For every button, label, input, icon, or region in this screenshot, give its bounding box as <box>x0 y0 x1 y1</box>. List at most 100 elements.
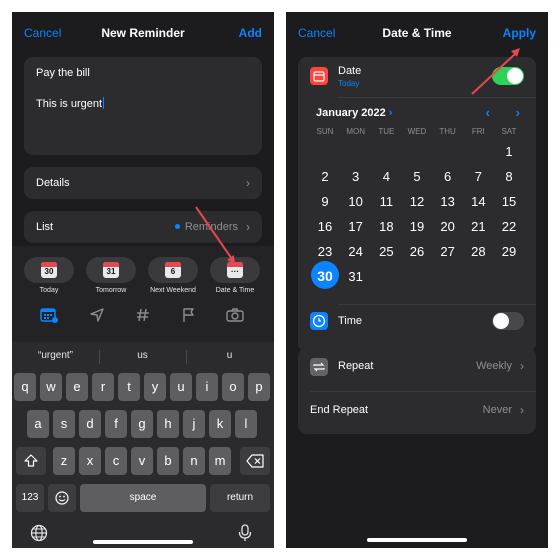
calendar-day[interactable]: 24 <box>341 239 371 264</box>
key-w[interactable]: w <box>40 373 62 401</box>
today-chip[interactable]: 30 <box>24 257 74 283</box>
key-u[interactable]: u <box>170 373 192 401</box>
annotation-arrow <box>471 48 520 95</box>
flag-icon[interactable] <box>179 306 199 324</box>
calendar-day[interactable]: 20 <box>433 214 463 239</box>
nav-bar: Cancel New Reminder Add <box>12 12 274 56</box>
notes-field[interactable]: This is urgent <box>36 97 105 110</box>
key-q[interactable]: q <box>14 373 36 401</box>
key-r[interactable]: r <box>92 373 114 401</box>
location-icon[interactable] <box>87 306 107 324</box>
cancel-button[interactable]: Cancel <box>298 26 335 40</box>
numbers-key[interactable]: 123 <box>16 484 44 512</box>
calendar-day[interactable]: 7 <box>463 164 493 189</box>
calendar-day[interactable]: 16 <box>310 214 340 239</box>
suggestion-item[interactable]: us <box>99 350 186 361</box>
microphone-icon[interactable] <box>238 524 252 547</box>
next-weekend-chip-label: Next Weekend <box>150 287 196 294</box>
key-n[interactable]: n <box>183 447 205 475</box>
emoji-key[interactable] <box>48 484 76 512</box>
suggestion-item[interactable]: “urgent” <box>12 350 99 361</box>
calendar-day[interactable]: 1 <box>494 139 524 164</box>
calendar-day[interactable]: 18 <box>371 214 401 239</box>
suggestion-item[interactable]: u <box>186 350 273 361</box>
apply-button[interactable]: Apply <box>503 26 536 40</box>
title-field[interactable]: Pay the bill <box>36 67 90 79</box>
calendar-day[interactable]: 28 <box>463 239 493 264</box>
calendar-icon: 31 <box>103 262 119 278</box>
end-repeat-value[interactable]: Never <box>483 404 512 416</box>
add-button[interactable]: Add <box>239 26 262 40</box>
key-p[interactable]: p <box>248 373 270 401</box>
key-y[interactable]: y <box>144 373 166 401</box>
key-i[interactable]: i <box>196 373 218 401</box>
return-key[interactable]: return <box>210 484 270 512</box>
key-b[interactable]: b <box>157 447 179 475</box>
camera-icon[interactable] <box>225 306 245 324</box>
calendar-day[interactable]: 25 <box>371 239 401 264</box>
calendar-day[interactable]: 14 <box>463 189 493 214</box>
chevron-right-icon: › <box>388 107 393 119</box>
repeat-value[interactable]: Weekly <box>476 360 512 372</box>
weekday-label: THU <box>439 127 456 136</box>
details-row[interactable]: Details › <box>24 167 262 199</box>
list-color-dot <box>174 224 180 229</box>
calendar-day[interactable]: 5 <box>402 164 432 189</box>
calendar-day[interactable]: 17 <box>341 214 371 239</box>
time-toggle[interactable] <box>492 312 524 330</box>
calendar-day[interactable]: 22 <box>494 214 524 239</box>
divider <box>310 391 536 392</box>
space-key[interactable]: space <box>80 484 206 512</box>
calendar-day[interactable]: 27 <box>433 239 463 264</box>
key-l[interactable]: l <box>235 410 257 438</box>
globe-icon[interactable] <box>30 524 48 547</box>
calendar-day[interactable]: 3 <box>341 164 371 189</box>
shift-icon[interactable] <box>16 447 46 475</box>
key-j[interactable]: j <box>183 410 205 438</box>
date-card: Date Today January 2022 › ‹ › SUN MON TUE WE… <box>298 57 536 352</box>
key-s[interactable]: s <box>53 410 75 438</box>
tomorrow-chip[interactable]: 31 <box>86 257 136 283</box>
key-c[interactable]: c <box>105 447 127 475</box>
key-a[interactable]: a <box>27 410 49 438</box>
key-x[interactable]: x <box>79 447 101 475</box>
calendar-day[interactable]: 8 <box>494 164 524 189</box>
calendar-day-selected[interactable]: 30 <box>310 261 340 289</box>
key-k[interactable]: k <box>209 410 231 438</box>
next-weekend-chip[interactable]: 6 <box>148 257 198 283</box>
calendar-day[interactable]: 12 <box>402 189 432 214</box>
cancel-button[interactable]: Cancel <box>24 26 61 40</box>
key-h[interactable]: h <box>157 410 179 438</box>
calendar-day[interactable]: 15 <box>494 189 524 214</box>
calendar-day[interactable]: 6 <box>433 164 463 189</box>
calendar-day[interactable]: 29 <box>494 239 524 264</box>
calendar-day[interactable]: 9 <box>310 189 340 214</box>
previous-month-icon[interactable]: ‹ <box>486 105 490 120</box>
calendar-day[interactable]: 4 <box>371 164 401 189</box>
key-z[interactable]: z <box>53 447 75 475</box>
next-month-icon[interactable]: › <box>516 105 520 120</box>
key-t[interactable]: t <box>118 373 140 401</box>
key-m[interactable]: m <box>209 447 231 475</box>
month-picker[interactable]: January 2022 › <box>316 107 392 119</box>
delete-icon[interactable] <box>240 447 270 475</box>
key-g[interactable]: g <box>131 410 153 438</box>
calendar-day[interactable]: 11 <box>371 189 401 214</box>
calendar-day[interactable]: 21 <box>463 214 493 239</box>
calendar-day[interactable]: 13 <box>433 189 463 214</box>
tag-icon[interactable] <box>133 306 153 324</box>
calendar-day[interactable]: 31 <box>341 264 371 289</box>
calendar-day[interactable]: 26 <box>402 239 432 264</box>
calendar-icon[interactable] <box>39 306 59 324</box>
key-f[interactable]: f <box>105 410 127 438</box>
key-o[interactable]: o <box>222 373 244 401</box>
key-e[interactable]: e <box>66 373 88 401</box>
key-d[interactable]: d <box>79 410 101 438</box>
calendar-day[interactable]: 19 <box>402 214 432 239</box>
details-label: Details <box>36 177 70 189</box>
divider <box>338 304 536 305</box>
calendar-day[interactable]: 10 <box>341 189 371 214</box>
key-v[interactable]: v <box>131 447 153 475</box>
new-reminder-screen: Cancel New Reminder Add Pay the bill Thi… <box>12 12 274 548</box>
calendar-day[interactable]: 2 <box>310 164 340 189</box>
